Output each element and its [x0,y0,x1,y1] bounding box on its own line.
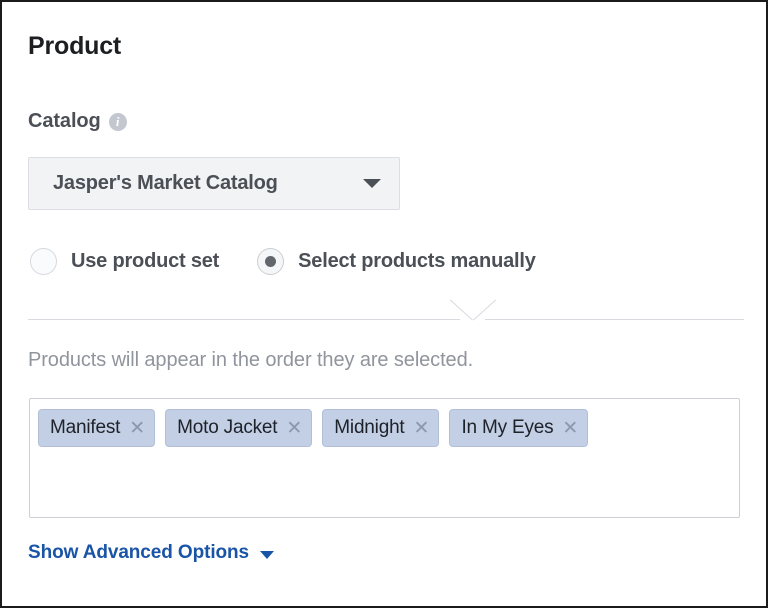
product-source-radio-group: Use product set Select products manually [30,248,536,275]
catalog-select[interactable]: Jasper's Market Catalog [28,157,400,210]
divider-segment-left [28,319,460,320]
divider-segment-right [485,319,744,320]
product-token-label: In My Eyes [461,417,554,438]
catalog-label-row: Catalog i [28,110,127,133]
product-token-label: Moto Jacket [177,417,278,438]
product-section-panel: Product Catalog i Jasper's Market Catalo… [0,0,768,608]
product-token[interactable]: Moto Jacket ✕ [165,409,313,447]
radio-label-select-products-manually: Select products manually [298,250,536,272]
product-token-label: Manifest [50,417,121,438]
page-title: Product [28,32,122,60]
catalog-selected-value: Jasper's Market Catalog [53,172,278,194]
show-advanced-options-label: Show Advanced Options [28,542,249,563]
chevron-down-icon [363,179,381,188]
chevron-down-icon [260,550,274,559]
close-icon[interactable]: ✕ [562,419,578,438]
info-icon[interactable]: i [108,112,127,131]
radio-use-product-set[interactable]: Use product set [30,248,219,275]
product-token[interactable]: Manifest ✕ [38,409,156,447]
radio-select-products-manually[interactable]: Select products manually [257,248,536,275]
close-icon[interactable]: ✕ [414,419,430,438]
catalog-label: Catalog [28,110,101,132]
product-token[interactable]: In My Eyes ✕ [449,409,589,447]
close-icon[interactable]: ✕ [129,419,145,438]
close-icon[interactable]: ✕ [286,419,302,438]
product-token-label: Midnight [334,417,405,438]
divider-caret-notch [460,298,485,320]
product-token-list: Manifest ✕ Moto Jacket ✕ Midnight ✕ In M… [38,409,731,447]
radio-mark-unchecked [30,248,57,275]
product-token[interactable]: Midnight ✕ [322,409,440,447]
show-advanced-options-link[interactable]: Show Advanced Options [28,542,274,564]
product-token-input[interactable]: Manifest ✕ Moto Jacket ✕ Midnight ✕ In M… [29,398,740,518]
radio-label-use-product-set: Use product set [71,250,220,272]
radio-mark-checked [257,248,285,275]
section-divider [28,298,744,322]
products-helper-text: Products will appear in the order they a… [28,349,474,371]
